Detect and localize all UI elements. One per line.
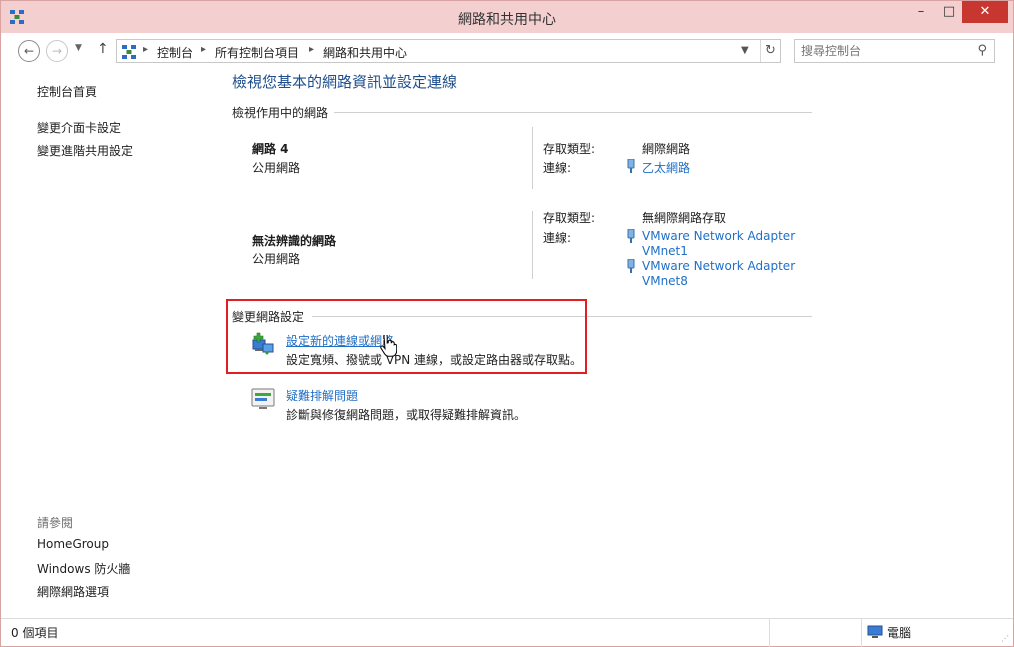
resize-grip[interactable]: ⋰ bbox=[1001, 634, 1009, 643]
forward-arrow-icon: → bbox=[51, 44, 63, 58]
task-description: 診斷與修復網路問題，或取得疑難排解資訊。 bbox=[286, 408, 527, 422]
see-also-internet-options[interactable]: 網際網路選項 bbox=[37, 583, 109, 600]
status-bar: 0 個項目 電腦 ⋰ bbox=[1, 618, 1013, 647]
refresh-button[interactable]: ↻ bbox=[760, 40, 780, 62]
back-arrow-icon: ← bbox=[23, 44, 35, 58]
breadcrumb-separator[interactable]: ▸ bbox=[201, 44, 206, 55]
breadcrumb-separator[interactable]: ▸ bbox=[143, 44, 148, 55]
connections-label: 連線: bbox=[543, 161, 572, 175]
window: 網路和共用中心 – □ ✕ ← → ▼ ↑ ▸ 控制台 ▸ 所有控制台項目 ▸ … bbox=[0, 0, 1014, 647]
access-type-value: 網際網路 bbox=[642, 142, 691, 156]
breadcrumb-all-items[interactable]: 所有控制台項目 bbox=[215, 44, 299, 61]
search-icon[interactable]: ⚲ bbox=[977, 43, 987, 58]
address-bar: ← → ▼ ↑ ▸ 控制台 ▸ 所有控制台項目 ▸ 網路和共用中心 ▼ ↻ ⚲ bbox=[1, 33, 1013, 69]
network-type[interactable]: 公用網路 bbox=[252, 159, 300, 176]
ethernet-plug-icon bbox=[627, 229, 635, 243]
network-type[interactable]: 公用網路 bbox=[252, 250, 300, 267]
chevron-down-icon[interactable]: ▼ bbox=[741, 45, 749, 56]
access-type-label: 存取類型: bbox=[543, 142, 596, 156]
hand-cursor-icon bbox=[380, 335, 397, 357]
breadcrumb-separator[interactable]: ▸ bbox=[309, 44, 314, 55]
network-name: 無法辨識的網路 bbox=[252, 234, 337, 248]
access-type-value: 無網際網路存取 bbox=[642, 211, 727, 225]
up-button[interactable]: ↑ bbox=[97, 41, 109, 57]
sidebar-item-adapter-settings[interactable]: 變更介面卡設定 bbox=[37, 119, 121, 136]
troubleshoot-icon bbox=[251, 388, 275, 409]
close-button[interactable]: ✕ bbox=[962, 1, 1008, 23]
ethernet-plug-icon bbox=[627, 159, 635, 173]
recent-locations-dropdown[interactable]: ▼ bbox=[75, 43, 82, 53]
highlight-box bbox=[226, 299, 587, 374]
active-networks-heading: 檢視作用中的網路 bbox=[232, 106, 329, 120]
network-name: 網路 4 bbox=[252, 142, 289, 156]
connection-link-ethernet[interactable]: 乙太網路 bbox=[642, 159, 690, 176]
breadcrumb-control-panel[interactable]: 控制台 bbox=[157, 44, 193, 61]
connection-link-vmnet8[interactable]: VMware Network Adapter VMnet8 bbox=[642, 259, 795, 289]
window-title: 網路和共用中心 bbox=[458, 12, 556, 28]
status-location: 電腦 bbox=[887, 626, 912, 640]
back-button[interactable]: ← bbox=[18, 40, 40, 62]
breadcrumb-network-center[interactable]: 網路和共用中心 bbox=[323, 44, 407, 61]
control-panel-icon bbox=[122, 45, 136, 59]
title-bar: 網路和共用中心 – □ ✕ bbox=[1, 1, 1013, 33]
column-divider bbox=[532, 211, 533, 279]
see-also-label: 請參閱 bbox=[37, 516, 74, 530]
computer-icon bbox=[867, 625, 883, 638]
connection-link-vmnet1[interactable]: VMware Network Adapter VMnet1 bbox=[642, 229, 795, 259]
column-divider bbox=[532, 127, 533, 189]
up-arrow-icon: ↑ bbox=[97, 41, 109, 57]
troubleshoot-link[interactable]: 疑難排解問題 bbox=[286, 387, 358, 404]
search-input[interactable] bbox=[801, 43, 961, 59]
item-count: 0 個項目 bbox=[11, 626, 59, 640]
sidebar-item-advanced-sharing[interactable]: 變更進階共用設定 bbox=[37, 142, 133, 159]
breadcrumb[interactable]: ▸ 控制台 ▸ 所有控制台項目 ▸ 網路和共用中心 ▼ ↻ bbox=[116, 39, 781, 63]
connections-label: 連線: bbox=[543, 231, 572, 245]
search-box[interactable]: ⚲ bbox=[794, 39, 995, 63]
maximize-button[interactable]: □ bbox=[935, 1, 963, 23]
ethernet-plug-icon bbox=[627, 259, 635, 273]
see-also-homegroup[interactable]: HomeGroup bbox=[37, 537, 109, 551]
section-divider bbox=[334, 112, 812, 113]
minimize-button[interactable]: – bbox=[907, 1, 935, 23]
access-type-label: 存取類型: bbox=[543, 211, 596, 225]
refresh-icon: ↻ bbox=[765, 43, 776, 58]
see-also-firewall[interactable]: Windows 防火牆 bbox=[37, 560, 130, 577]
status-divider bbox=[769, 619, 770, 647]
forward-button[interactable]: → bbox=[46, 40, 68, 62]
sidebar-home-link[interactable]: 控制台首頁 bbox=[37, 83, 97, 100]
status-divider bbox=[861, 619, 862, 647]
page-title: 檢視您基本的網路資訊並設定連線 bbox=[232, 73, 458, 91]
